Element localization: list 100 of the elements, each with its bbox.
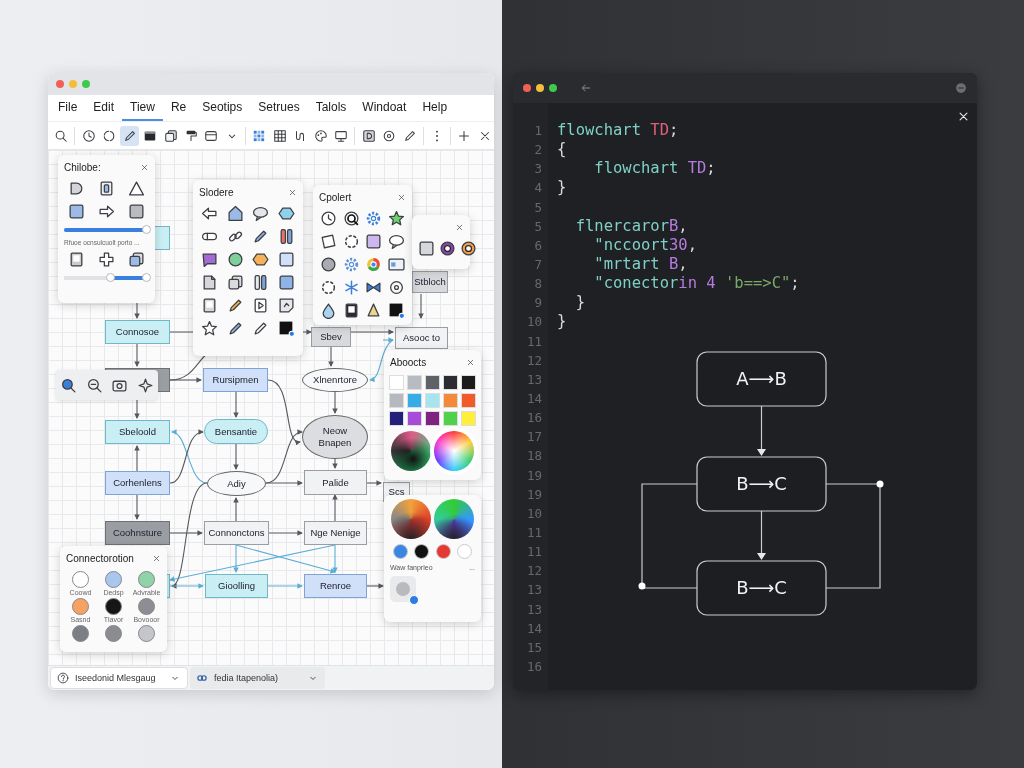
menu-item[interactable]: Edit <box>85 95 123 121</box>
snowflake-icon[interactable] <box>342 279 360 296</box>
dashed-circle-icon[interactable] <box>342 233 360 250</box>
color-swatch[interactable] <box>461 393 476 408</box>
slider[interactable] <box>64 273 149 282</box>
color-swatch[interactable] <box>425 393 440 408</box>
zoom-in-icon[interactable] <box>60 376 78 394</box>
flowchart-node[interactable]: Rursipmen <box>203 368 268 392</box>
sparkle-icon[interactable] <box>136 376 154 394</box>
color-dot[interactable] <box>435 544 451 559</box>
color-swatch[interactable] <box>443 411 458 426</box>
arrow-left-icon[interactable] <box>201 205 219 222</box>
monitor-icon[interactable] <box>334 128 349 143</box>
square-icon[interactable] <box>277 274 295 291</box>
browser-icon[interactable] <box>388 256 406 273</box>
color-swatch[interactable] <box>407 411 422 426</box>
gear-icon[interactable] <box>342 256 360 273</box>
flowchart-node[interactable]: Neow Bnapen <box>302 415 368 459</box>
diagram-node[interactable]: A⟶B <box>696 351 827 407</box>
menu-item[interactable]: Tiew <box>122 95 163 121</box>
copy-icon[interactable] <box>226 274 244 291</box>
search-icon[interactable] <box>54 128 69 143</box>
clock-icon[interactable] <box>319 210 337 227</box>
flowchart-node[interactable]: Bensantie <box>204 419 268 444</box>
color-wheel[interactable] <box>433 431 474 471</box>
flowchart-node[interactable]: Gioolling <box>205 574 268 598</box>
color-swatch[interactable] <box>461 375 476 390</box>
flowchart-node[interactable]: Corhenlens <box>105 471 170 495</box>
segmented-circle-icon[interactable] <box>365 256 383 273</box>
framed-shape-icon[interactable] <box>361 128 376 143</box>
color-dot[interactable] <box>414 544 430 559</box>
flowchart-node[interactable]: Connonctons <box>204 521 269 545</box>
clock-icon[interactable] <box>81 128 96 143</box>
flowchart-node[interactable]: Nge Nenige <box>304 521 367 545</box>
plus-icon[interactable] <box>457 128 472 143</box>
style-swatch[interactable] <box>105 598 122 615</box>
menu-item[interactable]: Help <box>414 95 456 121</box>
style-swatch[interactable] <box>138 571 155 588</box>
avatar-thumbnail[interactable] <box>390 576 416 602</box>
hexagon-icon[interactable] <box>277 205 295 222</box>
copy-icon[interactable] <box>127 251 145 268</box>
style-swatch[interactable] <box>72 571 89 588</box>
triangle-icon[interactable] <box>127 180 145 197</box>
block-badge-icon[interactable] <box>277 320 295 337</box>
style-swatch[interactable] <box>138 625 155 642</box>
flowchart-node[interactable]: Xlnenrtore <box>302 368 368 392</box>
flowchart-node[interactable]: Sbeloold <box>105 420 170 444</box>
flowchart-node[interactable]: Coohnsture <box>105 521 170 545</box>
color-swatch[interactable] <box>389 411 404 426</box>
hexagon-icon[interactable] <box>252 251 270 268</box>
menu-item[interactable]: Re <box>162 95 195 121</box>
diagram-node[interactable]: B⟶C <box>696 456 827 512</box>
ring-icon[interactable] <box>382 128 397 143</box>
color-dot[interactable] <box>393 544 409 559</box>
style-swatch[interactable] <box>72 625 89 642</box>
square-icon[interactable] <box>68 203 86 220</box>
gear-icon[interactable] <box>365 210 383 227</box>
grid-icon[interactable] <box>272 128 287 143</box>
pencil-icon[interactable] <box>122 128 137 143</box>
flowchart-node[interactable]: Renroe <box>304 574 367 598</box>
bubble-icon[interactable] <box>388 233 406 250</box>
flowchart-node[interactable]: Connosoe <box>105 320 170 344</box>
dashed-circle-icon[interactable] <box>319 279 337 296</box>
menu-item[interactable]: Talols <box>307 95 355 121</box>
back-arrow-icon[interactable] <box>580 82 592 94</box>
menu-item[interactable]: Setrues <box>250 95 308 121</box>
flowchart-node[interactable]: Palide <box>304 470 367 495</box>
tag-icon[interactable] <box>277 297 295 314</box>
dropdown[interactable]: Iseedonid Mlesgaug <box>50 667 188 689</box>
color-swatch[interactable] <box>443 375 458 390</box>
copy-icon[interactable] <box>163 128 178 143</box>
rectangle-icon[interactable] <box>98 180 115 197</box>
color-swatch[interactable] <box>389 393 404 408</box>
style-swatch[interactable] <box>72 598 89 615</box>
ring-filled-icon[interactable] <box>439 240 456 257</box>
color-swatch[interactable] <box>461 411 476 426</box>
star-icon[interactable] <box>201 320 219 337</box>
square-icon[interactable] <box>418 240 435 257</box>
color-swatch[interactable] <box>389 375 404 390</box>
style-swatch[interactable] <box>138 598 155 615</box>
color-wheel[interactable] <box>433 499 474 539</box>
ring-filled-icon[interactable] <box>460 240 477 257</box>
color-swatch[interactable] <box>407 393 422 408</box>
square-icon[interactable] <box>127 203 145 220</box>
arrow-icon[interactable] <box>98 203 115 220</box>
pencil-icon[interactable] <box>402 128 417 143</box>
square-icon[interactable] <box>365 233 383 250</box>
cross-icon[interactable] <box>98 251 115 268</box>
ring-icon[interactable] <box>388 279 406 296</box>
close-icon[interactable] <box>958 111 969 122</box>
minus-circle-icon[interactable] <box>955 82 967 94</box>
flag-icon[interactable] <box>201 251 219 268</box>
square-icon[interactable] <box>277 251 295 268</box>
color-swatch[interactable] <box>425 411 440 426</box>
menu-item[interactable]: Seotips <box>194 95 251 121</box>
color-swatch[interactable] <box>425 375 440 390</box>
flowchart-node[interactable]: Asooc to <box>395 327 448 349</box>
block-badge-icon[interactable] <box>388 302 406 319</box>
circle-icon[interactable] <box>226 251 244 268</box>
refresh-icon[interactable] <box>102 128 117 143</box>
